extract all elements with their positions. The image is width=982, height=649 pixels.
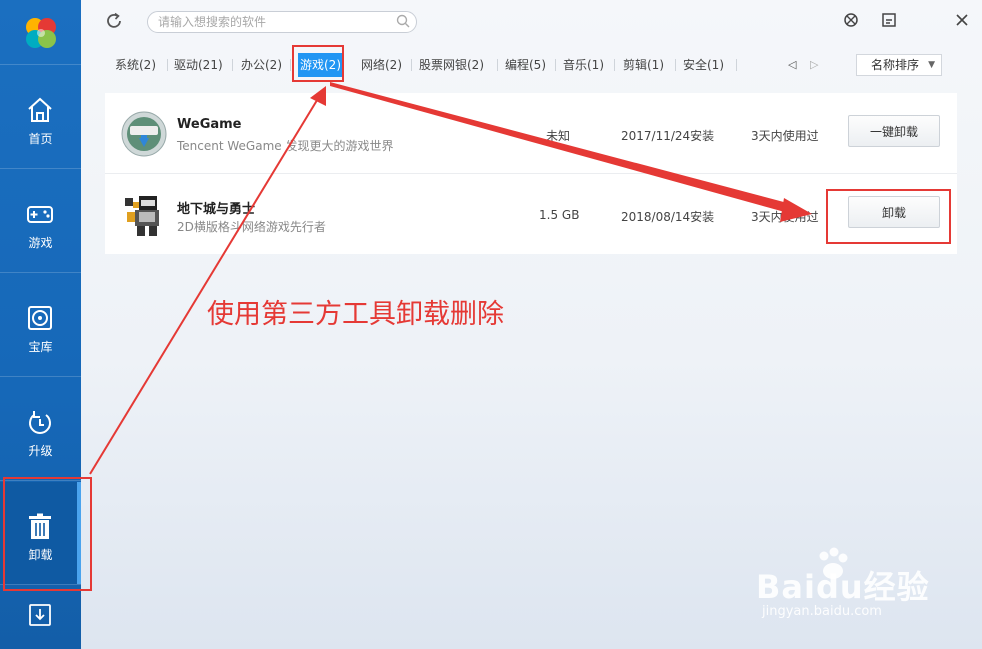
sidebar-item-label: 首页 [28, 132, 53, 146]
list-item: WeGame Tencent WeGame 发现更大的游戏世界 未知 2017/… [105, 93, 957, 173]
search-box [147, 11, 417, 33]
dnf-game-icon [125, 196, 159, 236]
upgrade-icon [29, 411, 51, 434]
download-icon[interactable] [28, 603, 52, 627]
last-used: 3天内使用过 [751, 210, 819, 224]
scroll-right-icon[interactable]: ▷ [810, 58, 818, 71]
sidebar-item-games[interactable]: 游戏 [0, 170, 81, 272]
last-used: 3天内使用过 [751, 129, 819, 143]
search-icon[interactable] [396, 14, 410, 28]
sort-label: 名称排序 [871, 58, 920, 72]
app-logo-icon [26, 18, 56, 48]
gamepad-icon [27, 206, 53, 223]
app-size: 1.5 GB [539, 208, 580, 222]
highlight-box-games-tab [292, 45, 344, 82]
install-date: 2018/08/14安装 [621, 210, 715, 224]
annotation-text: 使用第三方工具卸载删除 [207, 299, 504, 330]
tab-system[interactable]: 系统(2) [115, 53, 156, 77]
scroll-left-icon[interactable]: ◁ [788, 58, 796, 71]
tab-office[interactable]: 办公(2) [241, 53, 282, 77]
highlight-box-uninstall-button [826, 189, 951, 244]
tab-security[interactable]: 安全(1) [683, 53, 724, 77]
app-description: 2D横版格斗网络游戏先行者 [177, 220, 326, 234]
tab-driver[interactable]: 驱动(21) [174, 53, 223, 77]
close-icon[interactable] [954, 12, 970, 28]
tab-network[interactable]: 网络(2) [361, 53, 402, 77]
sort-dropdown[interactable]: 名称排序 ▼ [856, 54, 942, 76]
tab-stocks[interactable]: 股票网银(2) [419, 53, 484, 77]
wegame-app-icon [121, 111, 167, 157]
tab-music[interactable]: 音乐(1) [563, 53, 604, 77]
app-name: WeGame [177, 117, 242, 132]
sidebar-item-label: 宝库 [28, 340, 53, 354]
chevron-down-icon: ▼ [928, 60, 935, 70]
refresh-icon[interactable] [105, 12, 123, 30]
sidebar-item-label: 升级 [28, 444, 53, 458]
home-icon [28, 97, 52, 122]
sidebar-item-upgrade[interactable]: 升级 [0, 378, 81, 480]
tab-editing[interactable]: 剪辑(1) [623, 53, 664, 77]
app-description: Tencent WeGame 发现更大的游戏世界 [177, 139, 394, 153]
top-bar [81, 0, 982, 44]
highlight-box-sidebar-uninstall [3, 477, 92, 591]
app-size: 未知 [546, 129, 571, 143]
sidebar-item-label: 游戏 [28, 236, 53, 250]
restore-window-icon[interactable] [881, 12, 897, 28]
disc-icon [28, 306, 52, 330]
app-name: 地下城与勇士 [177, 202, 256, 217]
sidebar-item-treasury[interactable]: 宝库 [0, 274, 81, 376]
install-date: 2017/11/24安装 [621, 129, 715, 143]
tab-programming[interactable]: 编程(5) [505, 53, 546, 77]
search-input[interactable] [158, 12, 388, 32]
settings-icon[interactable] [843, 12, 859, 28]
one-click-uninstall-button[interactable]: 一键卸载 [848, 115, 940, 147]
sidebar-item-home[interactable]: 首页 [0, 66, 81, 168]
